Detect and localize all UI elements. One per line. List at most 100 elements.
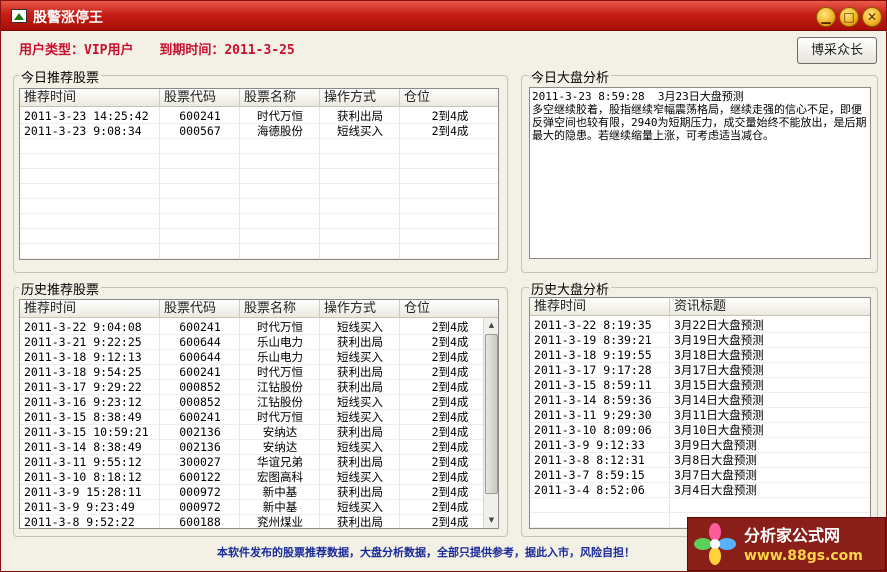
close-button[interactable]: ✕ (862, 7, 882, 27)
table-cell: 2011-3-4 8:52:06 (534, 483, 645, 497)
vertical-scrollbar[interactable]: ▲ ▼ (483, 318, 498, 528)
table-row[interactable]: 2011-3-11 9:29:30 3月11日大盘预测 (530, 408, 870, 423)
table-cell: 2011-3-14 8:59:36 (534, 393, 652, 407)
table-cell: 3月14日大盘预测 (674, 393, 764, 407)
watermark-logo: 分析家公式网 www.88gs.com (687, 517, 886, 571)
table-cell: 2011-3-8 9:52:22 (24, 515, 135, 529)
watermark-url: www.88gs.com (744, 548, 863, 564)
table-cell: 2011-3-11 9:29:30 (534, 408, 652, 422)
table-cell: 600241 (179, 365, 221, 379)
table-cell: 2011-3-11 9:55:12 (24, 455, 142, 469)
table-row[interactable]: 2011-3-4 8:52:06 3月4日大盘预测 (530, 483, 870, 498)
table-cell: 2011-3-17 9:29:22 (24, 380, 142, 394)
table-cell: 时代万恒 (257, 365, 303, 379)
table-row[interactable]: 2011-3-23 14:25:42 600241 时代万恒 获利出局 2到4成 (20, 109, 498, 124)
table-row[interactable]: 2011-3-18 9:12:13 600644 乐山电力 短线买入 2到4成 (20, 350, 498, 365)
main-window: 股警涨停王 ▁ □ ✕ 用户类型：VIP用户 到期时间：2011-3-25 博采… (0, 0, 887, 572)
history-market-list[interactable]: 推荐时间 资讯标题 2011-3-22 8:19:35 3月22日大盘预测 2011-3… (529, 297, 871, 529)
table-cell: 2011-3-7 8:59:15 (534, 468, 645, 482)
flower-icon (694, 523, 736, 565)
table-cell: 时代万恒 (257, 410, 303, 424)
table-cell: 2011-3-10 8:18:12 (24, 470, 142, 484)
column-header[interactable]: 股票代码 (160, 89, 240, 107)
table-cell: 000852 (179, 380, 221, 394)
table-cell: 600241 (179, 410, 221, 424)
table-row[interactable]: 2011-3-8 8:12:31 3月8日大盘预测 (530, 453, 870, 468)
grid-line (20, 258, 498, 259)
grid-line (20, 183, 498, 184)
table-cell: 2011-3-9 9:12:33 (534, 438, 645, 452)
table-cell: 江钻股份 (257, 395, 303, 409)
table-row[interactable]: 2011-3-19 8:39:21 3月19日大盘预测 (530, 333, 870, 348)
table-cell: 宏图高科 (257, 470, 303, 484)
list-header: 推荐时间 资讯标题 (530, 298, 870, 316)
table-row[interactable]: 2011-3-18 9:19:55 3月18日大盘预测 (530, 348, 870, 363)
scroll-thumb[interactable] (485, 334, 498, 494)
table-row[interactable]: 2011-3-21 9:22:25 600644 乐山电力 获利出局 2到4成 (20, 335, 498, 350)
table-row[interactable]: 2011-3-16 9:23:12 000852 江钻股份 短线买入 2到4成 (20, 395, 498, 410)
table-row[interactable]: 2011-3-7 8:59:15 3月7日大盘预测 (530, 468, 870, 483)
table-cell: 短线买入 (337, 350, 383, 364)
table-cell: 600644 (179, 335, 221, 349)
table-row[interactable]: 2011-3-22 8:19:35 3月22日大盘预测 (530, 318, 870, 333)
table-cell: 2011-3-18 9:12:13 (24, 350, 142, 364)
table-row[interactable]: 2011-3-17 9:17:28 3月17日大盘预测 (530, 363, 870, 378)
table-row[interactable]: 2011-3-8 9:52:22 600188 兖州煤业 获利出局 2到4成 (20, 515, 498, 529)
column-header[interactable]: 推荐时间 (530, 298, 670, 316)
table-row[interactable]: 2011-3-10 8:18:12 600122 宏图高科 短线买入 2到4成 (20, 470, 498, 485)
grid-line (20, 228, 498, 229)
table-row[interactable]: 2011-3-10 8:09:06 3月10日大盘预测 (530, 423, 870, 438)
table-row[interactable]: 2011-3-11 9:55:12 300027 华谊兄弟 获利出局 2到4成 (20, 455, 498, 470)
table-cell: 3月17日大盘预测 (674, 363, 764, 377)
column-header[interactable]: 股票名称 (240, 89, 320, 107)
table-cell: 3月4日大盘预测 (674, 483, 757, 497)
table-cell: 600241 (179, 109, 221, 123)
table-row[interactable]: 2011-3-9 9:12:33 3月9日大盘预测 (530, 438, 870, 453)
title-bar[interactable]: 股警涨停王 ▁ □ ✕ (1, 1, 886, 31)
table-cell: 3月15日大盘预测 (674, 378, 764, 392)
table-cell: 兖州煤业 (257, 515, 303, 529)
table-row[interactable]: 2011-3-15 10:59:21 002136 安纳达 获利出局 2到4成 (20, 425, 498, 440)
column-header[interactable]: 股票名称 (240, 300, 320, 318)
table-row[interactable]: 2011-3-15 8:38:49 600241 时代万恒 短线买入 2到4成 (20, 410, 498, 425)
today-market-text[interactable]: 2011-3-23 8:59:28 3月23日大盘预测 多空继续胶着，股指继续窄… (529, 87, 871, 259)
table-cell: 获利出局 (337, 485, 383, 499)
today-stocks-list[interactable]: 推荐时间 股票代码 股票名称 操作方式 仓位 2011-3-23 14:25:42 6002… (19, 88, 499, 260)
column-header[interactable]: 操作方式 (320, 300, 400, 318)
table-cell: 2011-3-9 9:23:49 (24, 500, 135, 514)
window-title: 股警涨停王 (33, 10, 103, 26)
column-header[interactable]: 操作方式 (320, 89, 400, 107)
scroll-up-icon[interactable]: ▲ (484, 318, 498, 333)
table-row[interactable]: 2011-3-9 15:28:11 000972 新中基 获利出局 2到4成 (20, 485, 498, 500)
table-row[interactable]: 2011-3-22 9:04:08 600241 时代万恒 短线买入 2到4成 (20, 320, 498, 335)
table-row[interactable]: 2011-3-14 8:59:36 3月14日大盘预测 (530, 393, 870, 408)
list-header: 推荐时间 股票代码 股票名称 操作方式 仓位 (20, 89, 498, 107)
column-header[interactable]: 仓位 (400, 300, 498, 318)
maximize-button[interactable]: □ (839, 7, 859, 27)
column-header[interactable]: 资讯标题 (670, 298, 870, 316)
scroll-down-icon[interactable]: ▼ (484, 513, 498, 528)
table-cell: 短线买入 (337, 320, 383, 334)
table-row[interactable]: 2011-3-14 8:38:49 002136 安纳达 短线买入 2到4成 (20, 440, 498, 455)
table-cell: 2011-3-23 9:08:34 (24, 124, 142, 138)
borrow-wisdom-button[interactable]: 博采众长 (797, 37, 877, 64)
table-cell: 600241 (179, 320, 221, 334)
table-cell: 2到4成 (431, 109, 469, 123)
table-cell: 乐山电力 (257, 350, 303, 364)
table-row[interactable]: 2011-3-18 9:54:25 600241 时代万恒 获利出局 2到4成 (20, 365, 498, 380)
column-header[interactable]: 仓位 (400, 89, 498, 107)
watermark-name: 分析家公式网 (744, 526, 841, 545)
table-row[interactable]: 2011-3-23 9:08:34 000567 海德股份 短线买入 2到4成 (20, 124, 498, 139)
table-row[interactable]: 2011-3-9 9:23:49 000972 新中基 短线买入 2到4成 (20, 500, 498, 515)
table-cell: 300027 (179, 455, 221, 469)
minimize-button[interactable]: ▁ (816, 7, 836, 27)
column-header[interactable]: 股票代码 (160, 300, 240, 318)
table-cell: 获利出局 (337, 335, 383, 349)
column-header[interactable]: 推荐时间 (20, 89, 160, 107)
column-header[interactable]: 推荐时间 (20, 300, 160, 318)
table-cell: 000567 (179, 124, 221, 138)
table-row[interactable]: 2011-3-15 8:59:11 3月15日大盘预测 (530, 378, 870, 393)
table-row[interactable]: 2011-3-17 9:29:22 000852 江钻股份 获利出局 2到4成 (20, 380, 498, 395)
history-stocks-list[interactable]: 推荐时间 股票代码 股票名称 操作方式 仓位 2011-3-22 9:04:08 60024… (19, 299, 499, 529)
table-cell: 新中基 (262, 500, 298, 514)
